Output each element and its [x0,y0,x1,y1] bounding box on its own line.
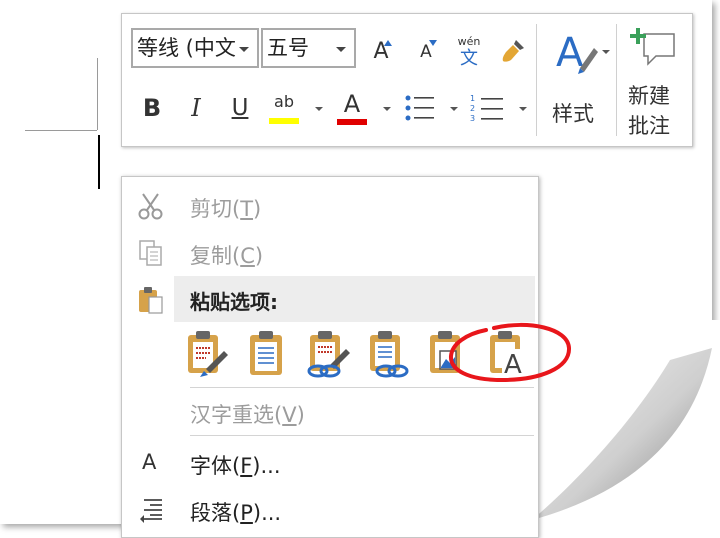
bold-button[interactable]: B [136,92,168,124]
italic-button[interactable]: I [180,92,212,124]
svg-text:1: 1 [470,94,475,103]
phonetic-char: 文 [460,48,478,69]
paste-use-destination-styles[interactable] [304,329,352,379]
numbering-dropdown-arrow[interactable] [519,107,527,111]
paste-clipboard-icon [139,287,163,314]
menu-item-reconvert[interactable]: 汉字重选(V) [122,389,538,435]
copy-icon [139,240,162,266]
phonetic-guide-button[interactable]: wén 文 [450,32,488,72]
menu-separator [190,435,534,436]
styles-label: 样式 [552,102,594,126]
font-size-combo[interactable]: 五号 [261,28,356,68]
paste-keep-formatting-icon [188,331,228,377]
scissors-icon [138,193,163,220]
copy-label: 复制(C) [190,244,264,268]
paste-keep-source-formatting[interactable] [184,329,232,379]
svg-text:2: 2 [470,104,475,113]
bullet-list-icon [405,95,434,121]
menu-item-cut[interactable]: 剪切(T) [122,183,538,229]
font-dialog-icon: A [142,450,157,474]
cut-label: 剪切(T) [190,197,262,221]
highlight-color-bar [269,118,299,124]
text-highlight-button[interactable]: ab [266,90,302,126]
bullets-button[interactable] [402,92,438,124]
underline-icon: U [231,95,249,121]
paste-merge-formatting[interactable] [244,329,292,379]
toolbar-separator [536,24,537,136]
new-comment-label-line1: 新建 [628,84,670,108]
new-comment-icon [630,28,675,66]
font-color-icon: A [343,90,361,118]
arrow-up-icon [384,40,392,46]
font-label: 字体(F)... [190,454,281,478]
phonetic-pinyin: wén [457,35,481,48]
paste-merge-formatting-icon [250,331,282,375]
font-name-combo[interactable]: 等线 (中文 [131,28,259,68]
paintbrush-icon [502,40,524,62]
menu-item-copy[interactable]: 复制(C) [122,230,538,276]
font-color-dropdown-arrow[interactable] [383,107,391,111]
highlighter-icon: ab [274,92,294,111]
highlight-circle-annotation [449,323,572,383]
paragraph-label: 段落(P)... [190,501,282,525]
font-name-value: 等线 (中文 [137,36,236,60]
reconvert-label: 汉字重选(V) [190,403,305,427]
underline-button[interactable]: U [224,92,256,124]
arrow-down-icon [429,40,437,46]
margin-mark-horizontal [25,130,97,131]
styles-dropdown-arrow[interactable] [602,50,610,54]
chevron-down-icon [239,47,249,52]
bold-icon: B [142,94,162,122]
paste-link-icon [370,331,409,378]
toolbar-separator [616,24,617,136]
paragraph-icon [140,499,162,523]
new-comment-label-line2: 批注 [628,114,670,138]
menu-separator [190,387,534,388]
bullets-dropdown-arrow[interactable] [450,107,458,111]
paste-link-merge[interactable] [364,329,412,379]
styles-icon: A [556,30,598,76]
menu-item-paragraph[interactable]: 段落(P)... [122,487,538,533]
format-painter-button[interactable] [498,36,528,66]
shrink-font-button[interactable]: A [412,38,440,66]
margin-mark-vertical [97,58,98,130]
font-color-button[interactable]: A [334,90,370,126]
highlight-dropdown-arrow[interactable] [315,107,323,111]
new-comment-button[interactable]: 新建 批注 [620,22,688,140]
svg-text:3: 3 [470,114,475,123]
mini-toolbar: 等线 (中文 五号 A A wén 文 B I U ab A 1 2 3 A 样… [121,13,693,147]
numbering-button[interactable]: 1 2 3 [468,92,508,124]
italic-icon: I [191,94,201,122]
numbered-list-icon: 1 2 3 [470,94,503,123]
styles-button[interactable]: A 样式 [546,22,616,134]
grow-font-button[interactable]: A [366,36,396,66]
paste-options-label: 粘贴选项: [190,290,278,314]
chevron-down-icon [336,47,346,52]
paste-options-header: 粘贴选项: [174,276,535,322]
font-size-value: 五号 [267,36,309,60]
paste-destination-styles-icon [307,331,350,378]
font-color-bar [337,119,367,125]
menu-item-font[interactable]: A 字体(F)... [122,440,538,486]
text-cursor [98,135,100,189]
